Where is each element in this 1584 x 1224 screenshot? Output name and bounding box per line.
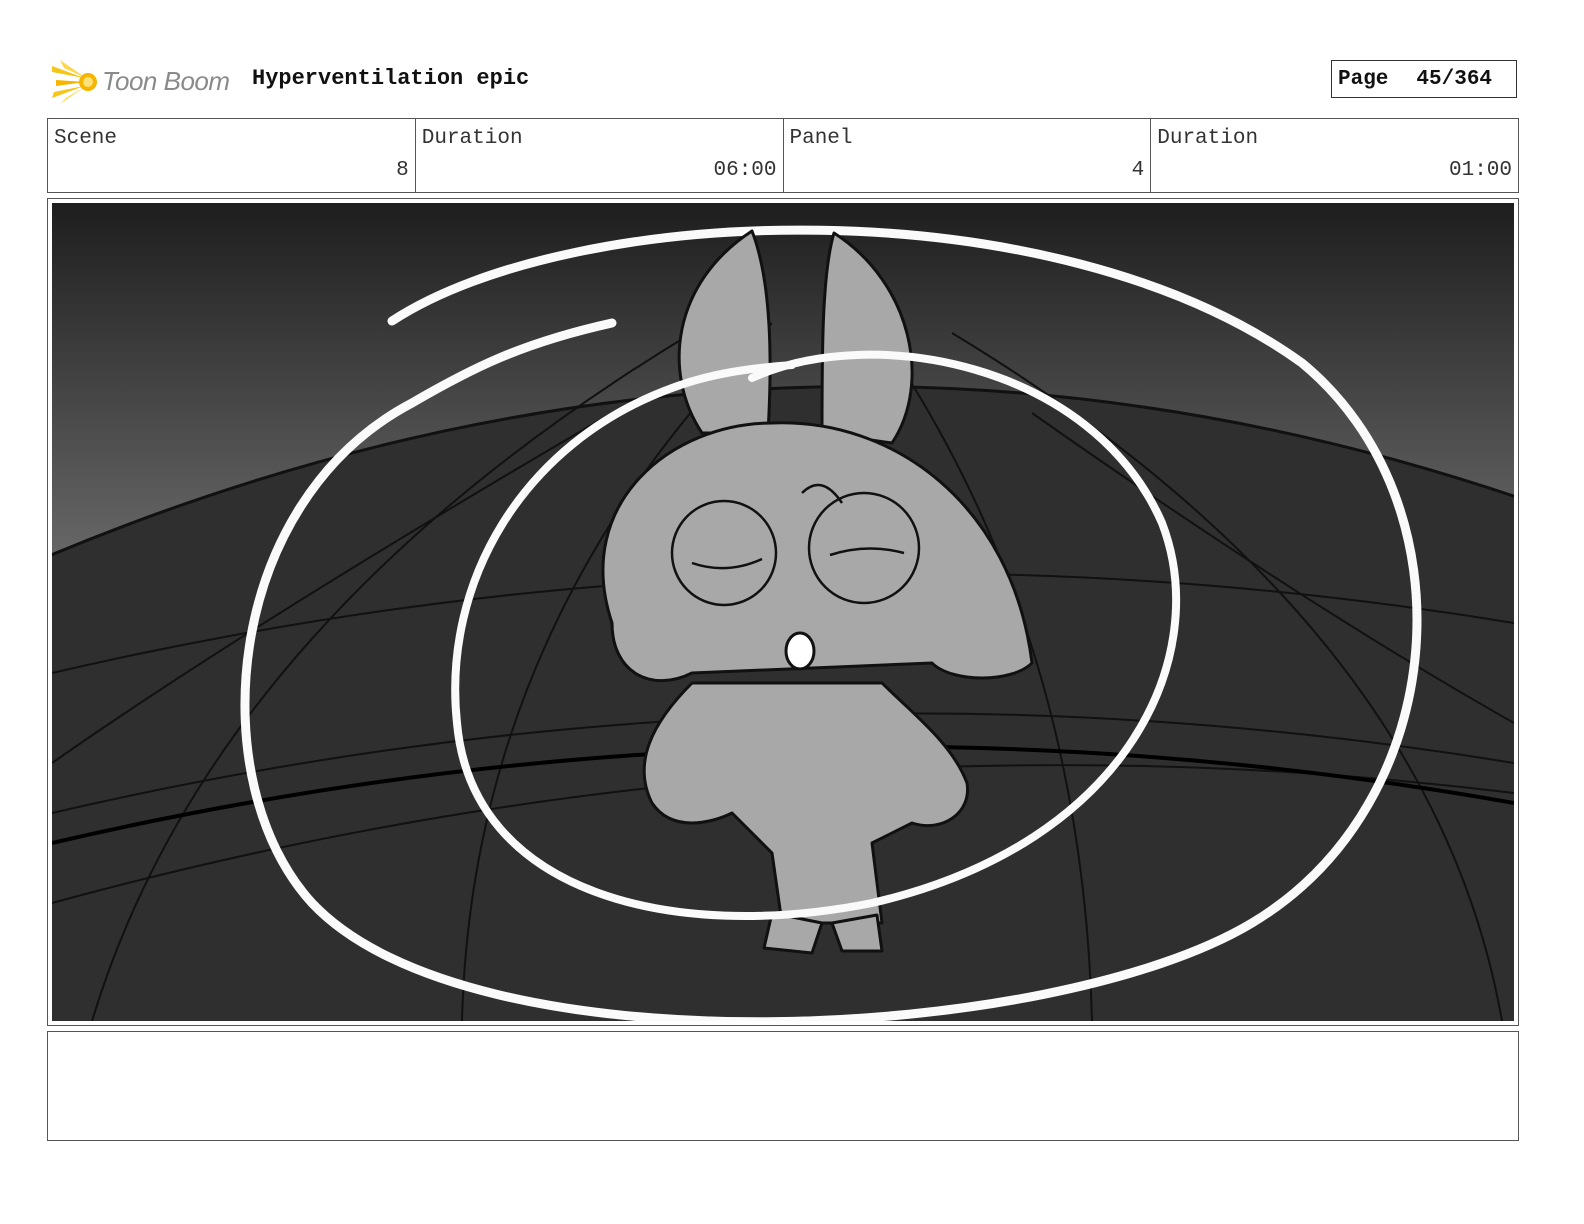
panel-duration-cell: Duration 01:00 — [1151, 119, 1518, 192]
toon-boom-logo: Toon Boom — [50, 56, 240, 106]
scene-duration-cell: Duration 06:00 — [416, 119, 784, 192]
scene-cell: Scene 8 — [48, 119, 416, 192]
panel-label: Panel — [789, 127, 853, 150]
page-indicator: Page 45/364 — [1331, 60, 1517, 98]
project-title: Hyperventilation epic — [252, 66, 530, 91]
logo-wordmark: Toon Boom — [102, 65, 230, 96]
toon-boom-burst-icon — [52, 60, 97, 104]
scene-value: 8 — [396, 159, 409, 182]
panel-frame — [47, 198, 1519, 1026]
storyboard-sketch-image — [52, 203, 1514, 1021]
panel-duration-value: 01:00 — [1448, 159, 1512, 182]
panel-duration-label: Duration — [1157, 127, 1259, 150]
page-label: Page — [1338, 67, 1389, 91]
scene-duration-value: 06:00 — [713, 159, 777, 182]
panel-cell: Panel 4 — [784, 119, 1152, 192]
scene-info-table: Scene 8 Duration 06:00 Panel 4 Duration … — [47, 118, 1519, 193]
panel-notes-box — [47, 1031, 1519, 1141]
scene-duration-label: Duration — [421, 127, 523, 150]
panel-value: 4 — [1131, 159, 1145, 182]
scene-label: Scene — [54, 127, 118, 150]
page-number: 45/364 — [1416, 67, 1493, 91]
